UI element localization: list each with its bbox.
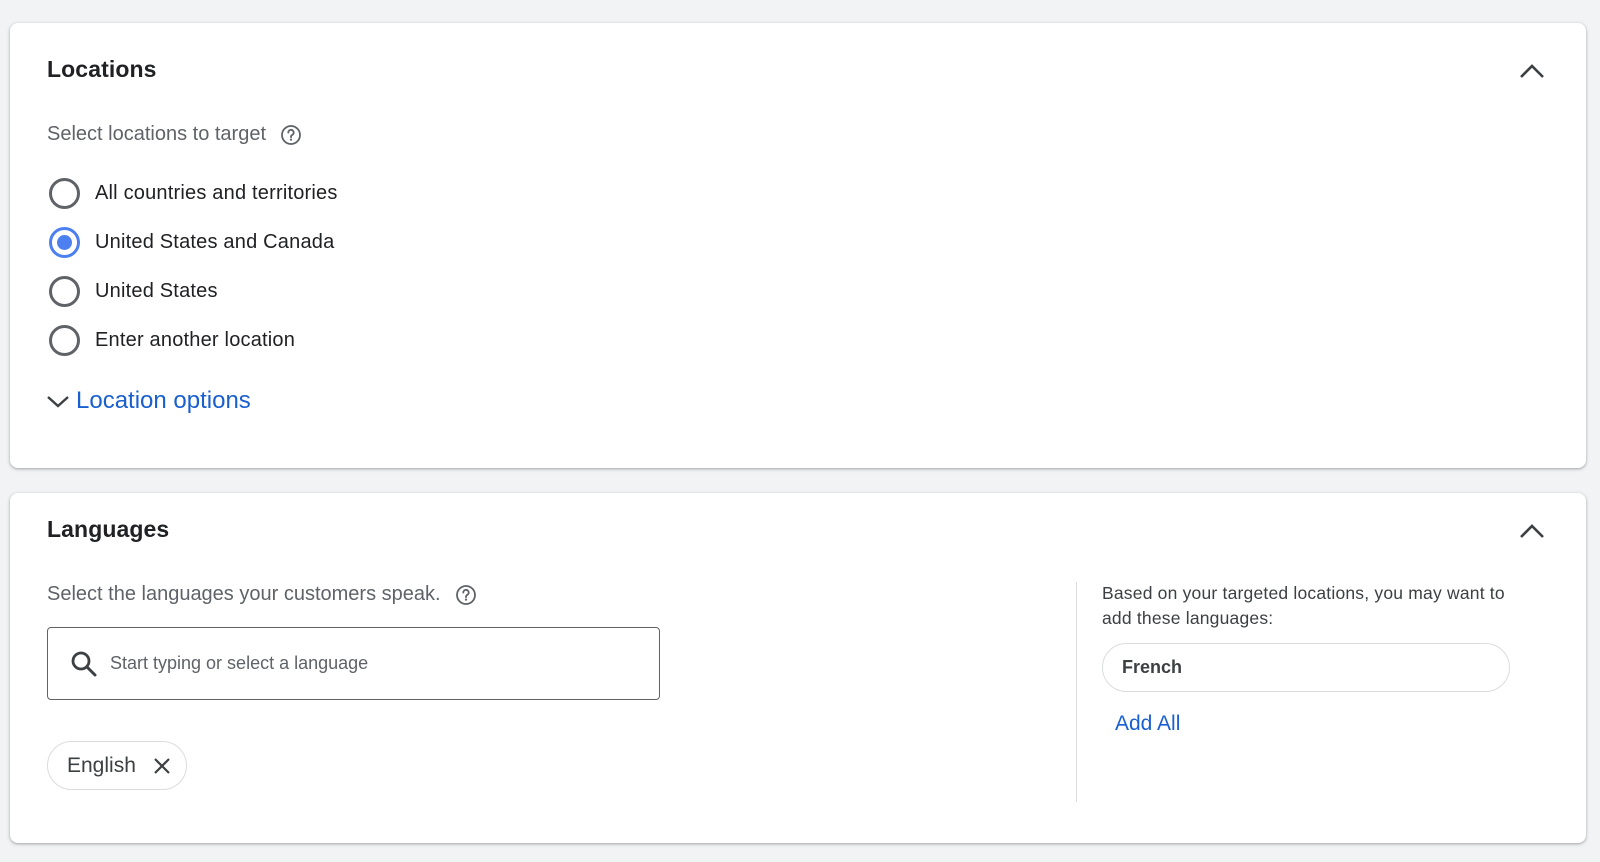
suggested-language-chip[interactable]: French [1102, 643, 1510, 692]
radio-button[interactable] [49, 178, 80, 209]
locations-subtitle: Select locations to target [47, 123, 302, 146]
vertical-divider [1076, 582, 1077, 802]
radio-button-selected[interactable] [49, 227, 80, 258]
location-options-label: Location options [76, 387, 251, 414]
radio-label: United States [95, 280, 218, 302]
locations-collapse-button[interactable] [1516, 55, 1548, 87]
languages-subtitle: Select the languages your customers spea… [47, 583, 477, 606]
radio-another-location[interactable]: Enter another location [49, 325, 295, 356]
help-circle-icon[interactable] [280, 124, 302, 146]
help-circle-icon[interactable] [455, 584, 477, 606]
radio-all-countries[interactable]: All countries and territories [49, 178, 338, 209]
chevron-up-icon [1520, 64, 1544, 78]
languages-title: Languages [47, 516, 170, 542]
add-all-button[interactable]: Add All [1115, 712, 1180, 736]
radio-button[interactable] [49, 325, 80, 356]
language-search-input[interactable] [110, 653, 630, 674]
languages-collapse-button[interactable] [1516, 515, 1548, 547]
chevron-down-icon [46, 393, 70, 409]
locations-title: Locations [47, 56, 157, 82]
radio-label: All countries and territories [95, 182, 338, 204]
language-search-field[interactable] [47, 627, 660, 700]
locations-subtitle-text: Select locations to target [47, 123, 267, 145]
close-icon[interactable] [152, 756, 172, 776]
languages-card: Languages Select the languages your cust… [10, 493, 1586, 843]
suggestion-text: Based on your targeted locations, you ma… [1102, 583, 1505, 628]
selected-language-chip: English [47, 741, 187, 790]
chip-label: English [67, 753, 136, 777]
locations-card: Locations Select locations to target All… [10, 23, 1586, 468]
search-icon [70, 650, 98, 678]
radio-united-states[interactable]: United States [49, 276, 218, 307]
radio-label: United States and Canada [95, 231, 335, 253]
radio-label: Enter another location [95, 329, 296, 351]
radio-us-and-canada[interactable]: United States and Canada [49, 227, 334, 258]
suggested-language-label: French [1122, 657, 1183, 677]
radio-button[interactable] [49, 276, 80, 307]
location-options-toggle[interactable]: Location options [46, 387, 251, 415]
chevron-up-icon [1520, 524, 1544, 538]
languages-subtitle-text: Select the languages your customers spea… [47, 583, 441, 605]
